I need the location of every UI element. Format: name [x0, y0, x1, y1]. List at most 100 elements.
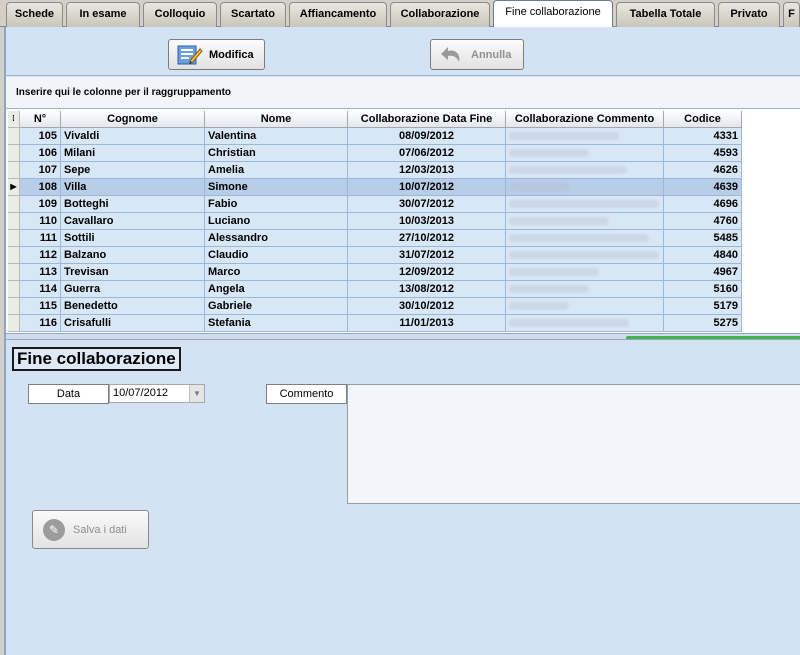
column-header-n[interactable]: N° [20, 111, 61, 128]
cell-n[interactable]: 115 [20, 298, 61, 315]
cell-data-fine[interactable]: 12/09/2012 [348, 264, 506, 281]
data-grid[interactable]: ⁞ N° Cognome Nome Collaborazione Data Fi… [6, 109, 800, 333]
cell-nome[interactable]: Amelia [205, 162, 348, 179]
cell-commento[interactable] [506, 162, 664, 179]
cell-commento[interactable] [506, 281, 664, 298]
cell-data-fine[interactable]: 27/10/2012 [348, 230, 506, 247]
cell-cognome[interactable]: Sepe [61, 162, 205, 179]
cell-cognome[interactable]: Botteghi [61, 196, 205, 213]
cell-cognome[interactable]: Sottili [61, 230, 205, 247]
cell-nome[interactable]: Claudio [205, 247, 348, 264]
cell-n[interactable]: 111 [20, 230, 61, 247]
cell-nome[interactable]: Alessandro [205, 230, 348, 247]
cell-data-fine[interactable]: 11/01/2013 [348, 315, 506, 332]
table-row[interactable]: 114 Guerra Angela 13/08/2012 5160 [8, 281, 742, 298]
date-field[interactable]: 10/07/2012 ▼ [109, 384, 205, 403]
tab-tabella-totale[interactable]: Tabella Totale [616, 2, 715, 27]
cell-codice[interactable]: 5179 [664, 298, 742, 315]
tab-f[interactable]: F [783, 2, 800, 27]
tab-schede[interactable]: Schede [6, 2, 63, 27]
table-row[interactable]: 112 Balzano Claudio 31/07/2012 4840 [8, 247, 742, 264]
cell-commento[interactable] [506, 213, 664, 230]
table-row[interactable]: 106 Milani Christian 07/06/2012 4593 [8, 145, 742, 162]
cell-nome[interactable]: Angela [205, 281, 348, 298]
cell-data-fine[interactable]: 08/09/2012 [348, 128, 506, 145]
table-row[interactable]: 107 Sepe Amelia 12/03/2013 4626 [8, 162, 742, 179]
cell-nome[interactable]: Marco [205, 264, 348, 281]
save-button[interactable]: ✎ Salva i dati [32, 510, 149, 549]
modify-button[interactable]: Modifica [168, 39, 265, 70]
cell-nome[interactable]: Fabio [205, 196, 348, 213]
column-header-codice[interactable]: Codice [664, 111, 742, 128]
table-row[interactable]: 113 Trevisan Marco 12/09/2012 4967 [8, 264, 742, 281]
cell-nome[interactable]: Luciano [205, 213, 348, 230]
chevron-down-icon[interactable]: ▼ [189, 385, 204, 402]
cell-codice[interactable]: 5160 [664, 281, 742, 298]
cell-n[interactable]: 107 [20, 162, 61, 179]
cell-codice[interactable]: 4626 [664, 162, 742, 179]
column-header-nome[interactable]: Nome [205, 111, 348, 128]
cell-codice[interactable]: 4840 [664, 247, 742, 264]
cell-n[interactable]: 105 [20, 128, 61, 145]
cell-data-fine[interactable]: 13/08/2012 [348, 281, 506, 298]
column-chooser-icon[interactable]: ⁞ [8, 111, 20, 128]
cell-codice[interactable]: 4593 [664, 145, 742, 162]
tab-fine-collaborazione[interactable]: Fine collaborazione [493, 0, 613, 28]
cell-cognome[interactable]: Trevisan [61, 264, 205, 281]
cell-commento[interactable] [506, 298, 664, 315]
cell-commento[interactable] [506, 230, 664, 247]
column-header-commento[interactable]: Collaborazione Commento [506, 111, 664, 128]
tab-affiancamento[interactable]: Affiancamento [289, 2, 387, 27]
table-row[interactable]: 110 Cavallaro Luciano 10/03/2013 4760 [8, 213, 742, 230]
cell-codice[interactable]: 5485 [664, 230, 742, 247]
cell-commento[interactable] [506, 196, 664, 213]
tab-scartato[interactable]: Scartato [220, 2, 286, 27]
cell-codice[interactable]: 4696 [664, 196, 742, 213]
cell-n[interactable]: 110 [20, 213, 61, 230]
cell-n[interactable]: 112 [20, 247, 61, 264]
cell-nome[interactable]: Stefania [205, 315, 348, 332]
cell-cognome[interactable]: Guerra [61, 281, 205, 298]
cell-cognome[interactable]: Vivaldi [61, 128, 205, 145]
cell-data-fine[interactable]: 31/07/2012 [348, 247, 506, 264]
tab-in-esame[interactable]: In esame [66, 2, 140, 27]
cell-codice[interactable]: 4639 [664, 179, 742, 196]
cell-codice[interactable]: 5275 [664, 315, 742, 332]
cell-commento[interactable] [506, 179, 664, 196]
cell-cognome[interactable]: Benedetto [61, 298, 205, 315]
cell-n[interactable]: 109 [20, 196, 61, 213]
table-row[interactable]: 115 Benedetto Gabriele 30/10/2012 5179 [8, 298, 742, 315]
cell-n[interactable]: 113 [20, 264, 61, 281]
cell-n[interactable]: 116 [20, 315, 61, 332]
table-row[interactable]: 105 Vivaldi Valentina 08/09/2012 4331 [8, 128, 742, 145]
cell-codice[interactable]: 4760 [664, 213, 742, 230]
cell-commento[interactable] [506, 264, 664, 281]
cell-commento[interactable] [506, 247, 664, 264]
tab-collaborazione[interactable]: Collaborazione [390, 2, 490, 27]
cell-nome[interactable]: Gabriele [205, 298, 348, 315]
table-row[interactable]: 109 Botteghi Fabio 30/07/2012 4696 [8, 196, 742, 213]
comment-textarea[interactable] [347, 384, 800, 504]
table-row[interactable]: ▶ 108 Villa Simone 10/07/2012 4639 [8, 179, 742, 196]
cell-cognome[interactable]: Milani [61, 145, 205, 162]
cell-commento[interactable] [506, 315, 664, 332]
cell-codice[interactable]: 4331 [664, 128, 742, 145]
cell-nome[interactable]: Valentina [205, 128, 348, 145]
cell-data-fine[interactable]: 10/03/2013 [348, 213, 506, 230]
cell-data-fine[interactable]: 30/10/2012 [348, 298, 506, 315]
undo-button[interactable]: Annulla [430, 39, 524, 70]
column-header-cognome[interactable]: Cognome [61, 111, 205, 128]
cell-cognome[interactable]: Balzano [61, 247, 205, 264]
cell-data-fine[interactable]: 12/03/2013 [348, 162, 506, 179]
cell-codice[interactable]: 4967 [664, 264, 742, 281]
cell-cognome[interactable]: Crisafulli [61, 315, 205, 332]
cell-cognome[interactable]: Cavallaro [61, 213, 205, 230]
column-header-data-fine[interactable]: Collaborazione Data Fine [348, 111, 506, 128]
cell-nome[interactable]: Simone [205, 179, 348, 196]
table-row[interactable]: 111 Sottili Alessandro 27/10/2012 5485 [8, 230, 742, 247]
cell-commento[interactable] [506, 128, 664, 145]
cell-n[interactable]: 114 [20, 281, 61, 298]
table-row[interactable]: 116 Crisafulli Stefania 11/01/2013 5275 [8, 315, 742, 332]
cell-data-fine[interactable]: 10/07/2012 [348, 179, 506, 196]
group-by-panel[interactable]: Inserire qui le colonne per il raggruppa… [6, 77, 800, 109]
